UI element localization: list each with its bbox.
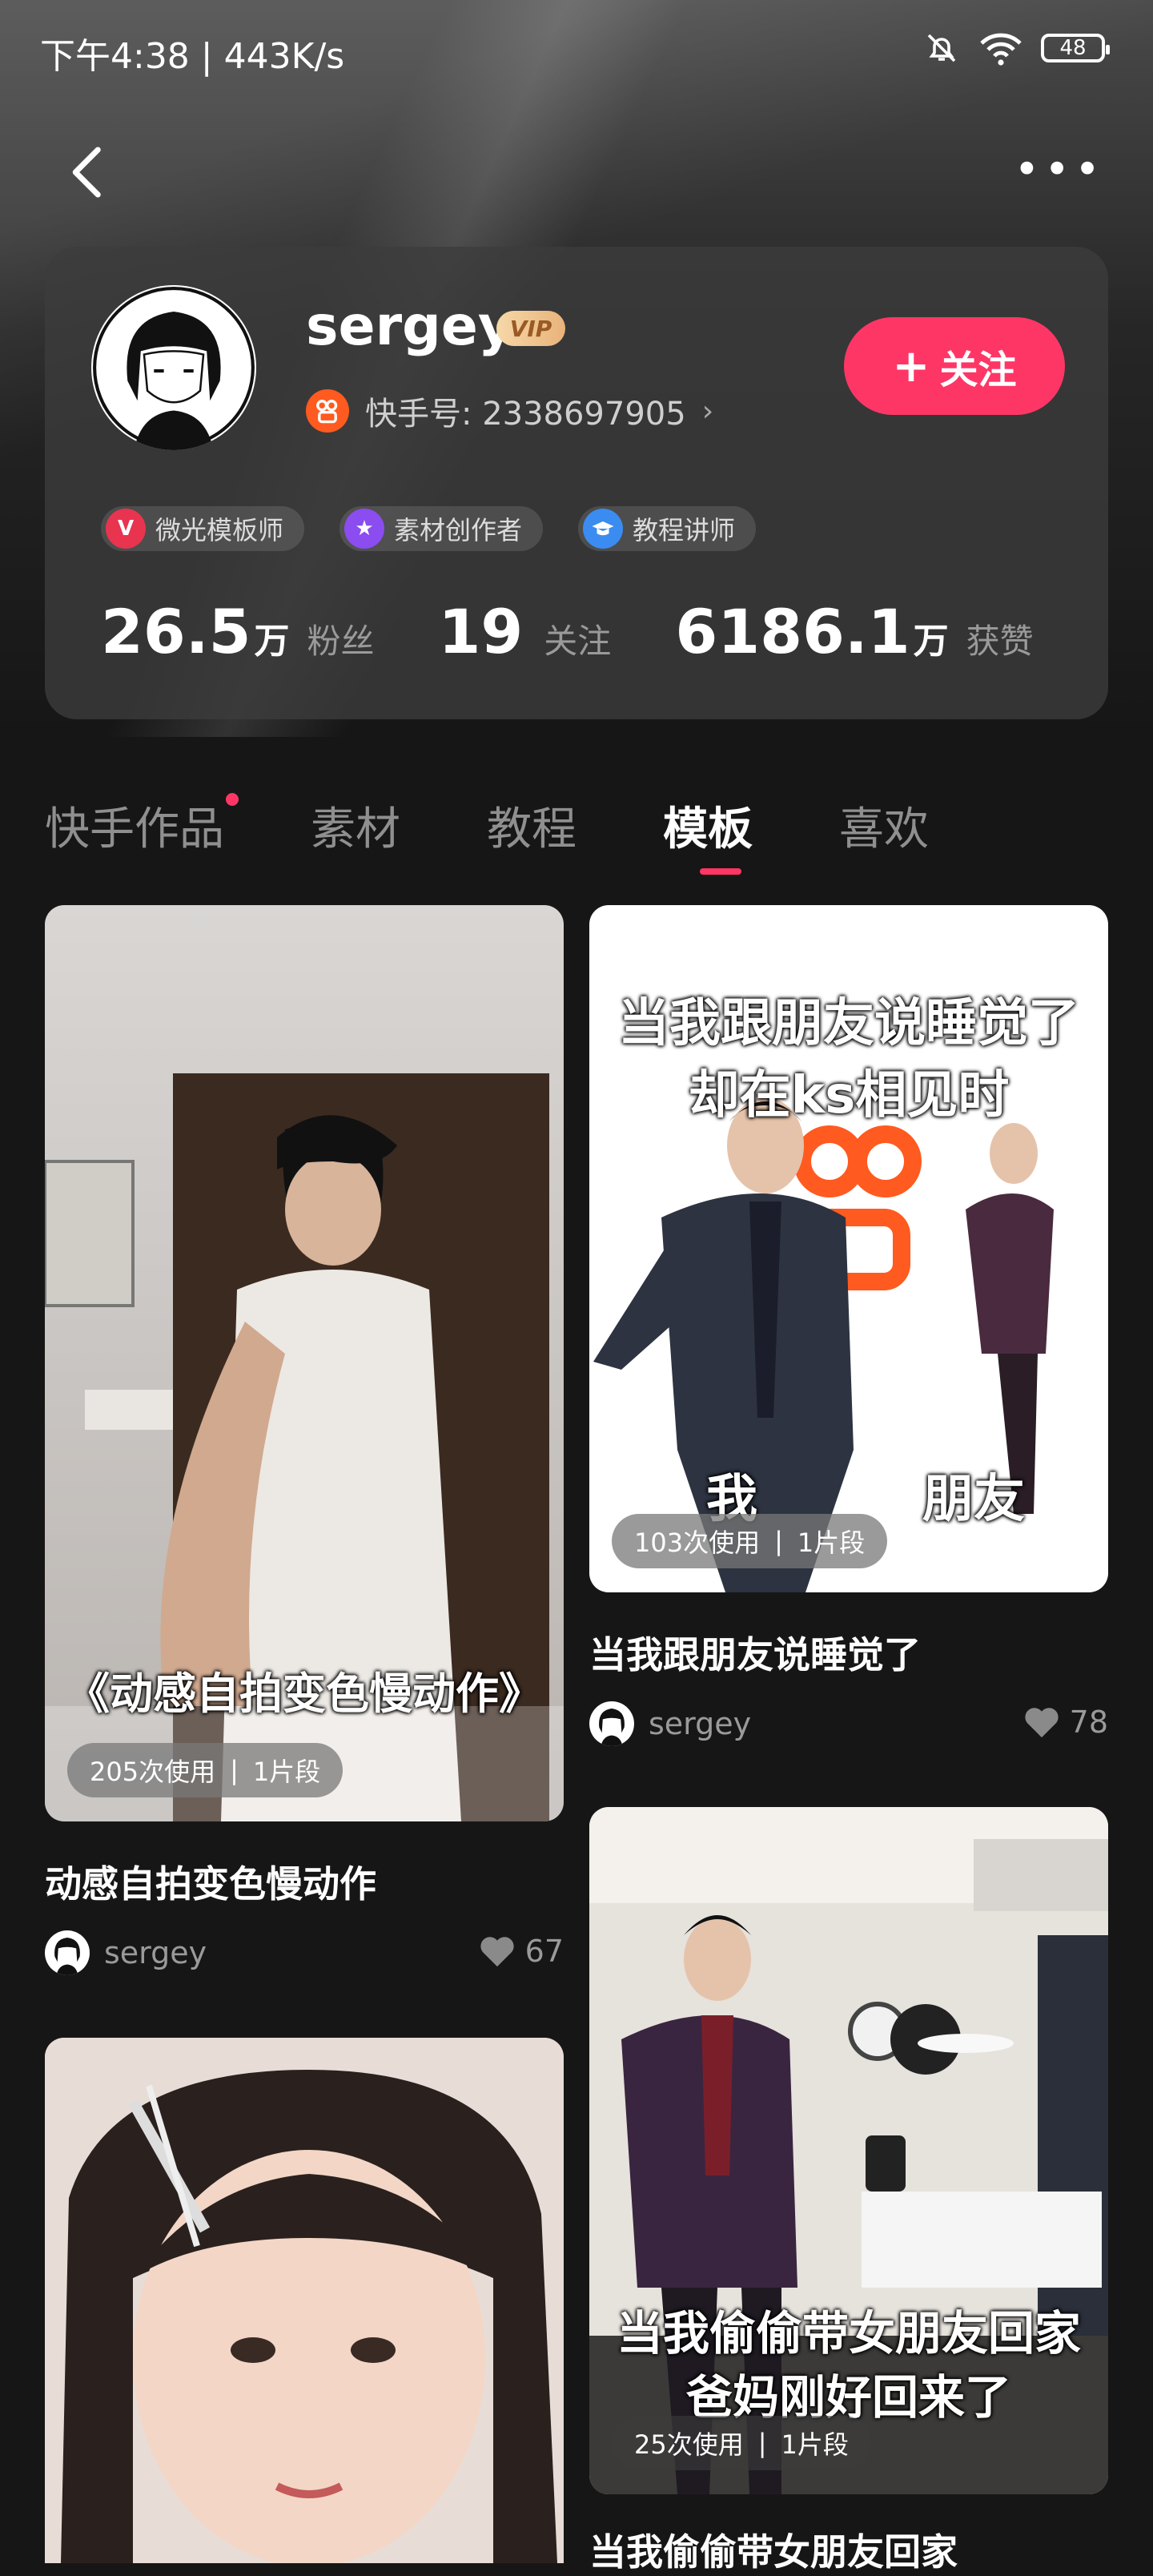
mute-bell-icon — [927, 34, 956, 62]
more-options-icon[interactable]: ••• — [1014, 144, 1105, 195]
status-time: 下午4:38 | 443K/s — [40, 36, 345, 77]
status-bar: 下午4:38 | 443K/s 48 — [0, 0, 1153, 96]
stat-following[interactable]: 19 关注 — [439, 596, 612, 667]
template-title-2[interactable]: 当我跟朋友说睡觉了 — [589, 1626, 921, 1679]
kuaishou-logo-icon — [306, 389, 349, 433]
avatar[interactable] — [91, 285, 256, 450]
badge-tutorial-lecturer[interactable]: 教程讲师 — [578, 506, 757, 551]
plus-icon: + — [892, 340, 930, 392]
tab-likes[interactable]: 喜欢 — [839, 793, 929, 873]
template-title-1[interactable]: 动感自拍变色慢动作 — [45, 1855, 376, 1908]
badge-material-creator[interactable]: ★ 素材创作者 — [339, 506, 544, 551]
badges-row: V 微光模板师 ★ 素材创作者 教程讲师 — [101, 506, 757, 551]
thumbnail-caption-2-line1: 当我跟朋友说睡觉了 — [618, 994, 1079, 1053]
vip-badge: VIP — [496, 311, 565, 346]
author-avatar — [589, 1701, 634, 1746]
chevron-right-icon: › — [701, 394, 714, 428]
graduation-cap-icon — [583, 509, 624, 549]
like-count-2[interactable]: 78 — [1023, 1705, 1108, 1740]
thumbnail-caption-1: 《动感自拍变色慢动作》 — [66, 1668, 542, 1719]
star-badge-icon: ★ — [344, 509, 385, 549]
badge-template-master[interactable]: V 微光模板师 — [101, 506, 305, 551]
template-card-2[interactable]: 当我跟朋友说睡觉了 却在ks相见时 我 朋友 103次使用 | 1片段 — [589, 905, 1108, 1592]
profile-card: sergey VIP 快手号: 2338697905 › + 关注 V 微光模板… — [45, 247, 1108, 719]
like-count-1[interactable]: 67 — [479, 1934, 564, 1969]
usage-pill-2: 103次使用 | 1片段 — [612, 1514, 888, 1568]
author-row-1[interactable]: sergey — [45, 1930, 207, 1975]
heart-icon — [1025, 1708, 1059, 1738]
thumbnail-caption-2-line2: 却在ks相见时 — [688, 1066, 1010, 1125]
stat-likes[interactable]: 6186.1 万 获赞 — [675, 596, 1033, 667]
tab-templates[interactable]: 模板 — [663, 793, 753, 873]
stat-fans[interactable]: 26.5 万 粉丝 — [101, 596, 375, 667]
template-thumbnail-3 — [45, 2038, 564, 2563]
back-arrow-icon[interactable] — [64, 144, 112, 200]
username: sergey — [306, 295, 514, 358]
tab-tutorial[interactable]: 教程 — [487, 793, 576, 873]
thumbnail-caption-4-line1: 当我偷偷带女朋友回家 — [616, 2306, 1081, 2361]
template-card-4[interactable]: 当我偷偷带女朋友回家 爸妈刚好回来了 25次使用 | 1片段 — [589, 1807, 1108, 2494]
stats-row: 26.5 万 粉丝 19 关注 6186.1 万 获赞 — [101, 596, 1098, 667]
label-friend: 朋友 — [922, 1470, 1025, 1529]
template-title-4[interactable]: 当我偷偷带女朋友回家 — [589, 2523, 958, 2576]
heart-icon — [480, 1937, 514, 1967]
battery-icon: 48 — [1041, 34, 1110, 62]
tab-material[interactable]: 素材 — [311, 793, 400, 873]
wifi-icon — [980, 33, 1022, 66]
content-tabs: 快手作品 素材 教程 模板 喜欢 — [45, 793, 1015, 873]
active-tab-indicator — [700, 868, 741, 875]
usage-pill-1: 205次使用 | 1片段 — [67, 1743, 343, 1797]
template-badge-icon: V — [106, 509, 146, 549]
author-row-2[interactable]: sergey — [589, 1701, 751, 1746]
author-avatar — [45, 1930, 90, 1975]
tab-works[interactable]: 快手作品 — [45, 793, 239, 873]
notification-dot — [226, 793, 239, 806]
kuaishou-id-row[interactable]: 快手号: 2338697905 › — [306, 388, 713, 434]
template-card-1[interactable]: 《动感自拍变色慢动作》 205次使用 | 1片段 — [45, 905, 564, 1821]
template-card-3[interactable] — [45, 2038, 564, 2563]
kuaishou-id-text: 快手号: 2338697905 — [365, 396, 686, 433]
follow-button[interactable]: + 关注 — [844, 317, 1065, 415]
usage-pill-4: 25次使用 | 1片段 — [612, 2416, 871, 2470]
